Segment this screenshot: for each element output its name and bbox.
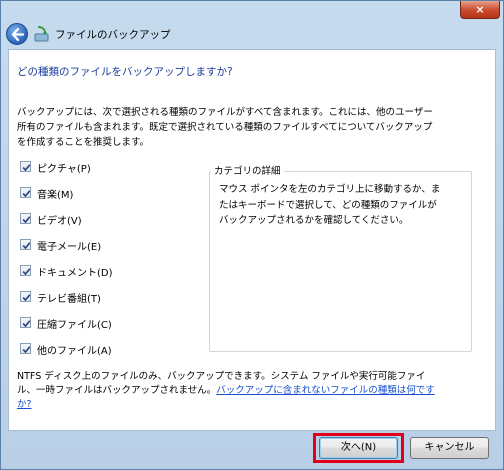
category-label: ドキュメント(D)	[37, 268, 113, 279]
back-button[interactable]	[6, 23, 28, 45]
checkmark-icon	[22, 216, 31, 224]
ntfs-note: NTFS ディスク上のファイルのみ、バックアップできます。システム ファイルや実…	[17, 370, 487, 412]
next-button-highlight: 次へ(N)	[313, 433, 404, 463]
checkmark-icon	[22, 242, 31, 250]
note-line: か?	[17, 398, 487, 412]
backup-dialog-window: × ファイルのバックアップ どの種類のファイルをバックアップしますか? バックア…	[0, 0, 504, 470]
checkbox[interactable]	[20, 239, 31, 250]
excluded-file-types-link[interactable]: バックアップに含まれないファイルの種類は何です	[216, 385, 435, 396]
checkbox[interactable]	[20, 187, 31, 198]
checkmark-icon	[22, 164, 31, 172]
details-line: バックアップされるかを確認してください。	[219, 215, 409, 226]
title-bar: × ファイルのバックアップ	[1, 1, 503, 49]
excluded-file-types-link-cont[interactable]: か?	[17, 399, 32, 410]
checkbox[interactable]	[20, 343, 31, 354]
intro-line: 所有のファイルも含まれます。既定で選択されている種類のファイルすべてについてバッ…	[17, 122, 433, 133]
next-button[interactable]: 次へ(N)	[319, 437, 398, 459]
note-line: ル、一時ファイルはバックアップされません。バックアップに含まれないファイルの種類…	[17, 384, 487, 398]
checkbox[interactable]	[20, 213, 31, 224]
checkmark-icon	[22, 346, 31, 354]
intro-line: バックアップには、次で選択される種類のファイルがすべて含まれます。これには、他の…	[17, 107, 433, 118]
note-text: ル、一時ファイルはバックアップされません。	[17, 385, 217, 396]
back-arrow-icon	[11, 28, 24, 41]
content-panel: どの種類のファイルをバックアップしますか? バックアップには、次で選択される種類…	[8, 49, 496, 431]
note-line: NTFS ディスク上のファイルのみ、バックアップできます。システム ファイルや実…	[17, 371, 426, 382]
window-title: ファイルのバックアップ	[55, 29, 171, 41]
cancel-button[interactable]: キャンセル	[410, 437, 489, 459]
checkbox[interactable]	[20, 291, 31, 302]
details-line: マウス ポインタを左のカテゴリ上に移動するか、ま	[219, 184, 441, 195]
category-label: ビデオ(V)	[37, 216, 82, 227]
close-button[interactable]: ×	[460, 1, 500, 19]
details-line: たはキーボードで選択して、どの種類のファイルが	[219, 199, 437, 211]
page-question: どの種類のファイルをバックアップしますか?	[17, 66, 233, 78]
category-details-legend: カテゴリの詳細	[211, 163, 284, 177]
category-label: 電子メール(E)	[37, 242, 102, 253]
checkmark-icon	[22, 190, 31, 198]
backup-app-icon	[34, 26, 49, 42]
category-label: 他のファイル(A)	[37, 346, 112, 357]
category-label: 圧縮ファイル(C)	[37, 320, 112, 331]
checkbox[interactable]	[20, 265, 31, 276]
checkmark-icon	[22, 268, 31, 276]
checkmark-icon	[22, 294, 31, 302]
category-details-text: マウス ポインタを左のカテゴリ上に移動するか、ま たはキーボードで選択して、どの…	[219, 182, 465, 229]
category-label: 音楽(M)	[37, 190, 74, 201]
checkmark-icon	[22, 320, 31, 328]
category-label: テレビ番組(T)	[37, 294, 101, 305]
checkbox[interactable]	[20, 161, 31, 172]
intro-line: を作成することを推奨します。	[17, 137, 150, 148]
checkbox[interactable]	[20, 317, 31, 328]
intro-text: バックアップには、次で選択される種類のファイルがすべて含まれます。これには、他の…	[17, 105, 477, 150]
category-label: ピクチャ(P)	[37, 164, 91, 175]
